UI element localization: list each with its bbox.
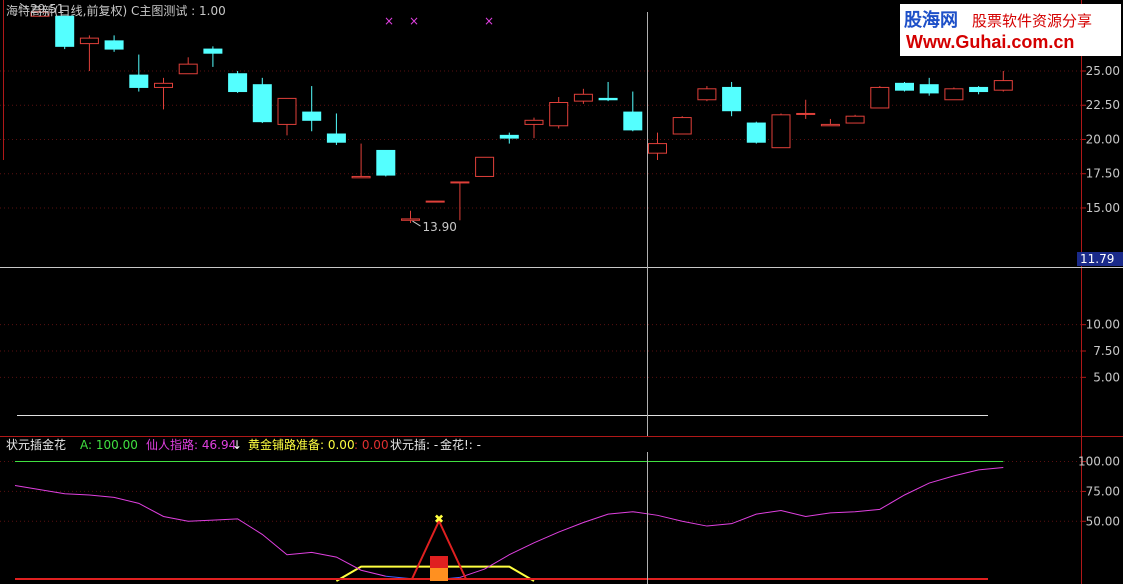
candle-body [302, 111, 322, 121]
watermark-logo: 股海网 股票软件资源分享 Www.Guhai.com.cn [900, 4, 1121, 56]
mid-y-tick-label: 7.50 [1093, 344, 1120, 358]
candle-body [672, 117, 692, 135]
candle-body [697, 88, 717, 101]
candle-body [820, 123, 840, 127]
watermark-slogan: 股票软件资源分享 [972, 12, 1093, 30]
candle-body [796, 112, 816, 115]
down-arrow-icon: ↓ [232, 438, 243, 452]
ind-y-tick-label: 100.00 [1078, 455, 1120, 469]
signal-orange-bar [430, 568, 448, 581]
candle-body [55, 15, 75, 47]
candle-body [401, 218, 420, 221]
indicator-xianren-value: 仙人指路: 46.94 [146, 438, 237, 452]
candle-body [623, 111, 643, 131]
candle-body [228, 73, 248, 93]
candle-body [969, 86, 989, 93]
main-y-tick-label: 25.00 [1086, 64, 1120, 78]
ind-y-tick-label: 50.00 [1086, 514, 1120, 528]
candle-body [870, 86, 890, 109]
candle-body [178, 63, 198, 75]
indicator-zhuangyuan-value: 状元插: - [390, 438, 439, 452]
indicator-huangjin-value: 黄金铺路准备: 0.00 [248, 438, 355, 452]
series-xianren-line [459, 467, 1004, 578]
candle-body [573, 93, 593, 102]
candle-body [79, 37, 99, 45]
candle-body [722, 86, 742, 112]
signal-mark: × [384, 14, 394, 28]
chart-canvas[interactable]: 25.0022.5020.0017.5015.0029.5113.90× × ×10… [0, 0, 1123, 584]
signal-mark: × [484, 14, 494, 28]
mid-y-tick-label: 10.00 [1086, 318, 1120, 332]
candle-body [450, 181, 470, 184]
candle-body [326, 133, 346, 143]
candle-body [376, 149, 396, 176]
candle-body [475, 156, 495, 177]
watermark-url: Www.Guhai.com.cn [906, 32, 1075, 52]
min-label-pointer [412, 220, 421, 227]
candle-body [845, 115, 865, 124]
stock-chart-window: 25.00 22.50 20.00 17.50 15.00 29.51 13.90 × × × 10… [0, 0, 1123, 584]
main-y-tick-label: 22.50 [1086, 98, 1120, 112]
candle-body [598, 97, 618, 101]
mid-y-tick-label: 5.00 [1093, 370, 1120, 384]
signal-star-icon: ✖ [434, 512, 444, 526]
indicator-a-value: A: 100.00 [80, 438, 138, 452]
main-y-tick-label: 15.00 [1086, 201, 1120, 215]
candle-body [648, 143, 667, 154]
candle-body [919, 84, 939, 94]
candle-body [993, 80, 1013, 91]
candle-body [895, 82, 914, 91]
candle-body [104, 40, 124, 50]
main-y-tick-label: 20.00 [1086, 132, 1120, 146]
main-chart-title: 海特高新(日线,前复权) C主图测试 : 1.00 [6, 4, 226, 18]
signal-mark: × [409, 14, 419, 28]
main-y-tick-label: 17.50 [1086, 167, 1120, 181]
min-price-label: 13.90 [423, 220, 457, 234]
candle-body [524, 119, 544, 125]
cursor-value-label: 11.79 [1080, 252, 1114, 266]
indicator-jinhua-value: 金花!: - [440, 438, 481, 452]
candle-body [549, 102, 569, 127]
candle-body [129, 74, 149, 88]
candle-body [425, 200, 445, 203]
candle-body [771, 114, 791, 149]
candle-body [203, 48, 223, 54]
watermark-brand: 股海网 [904, 10, 958, 31]
ind-y-tick-label: 75.00 [1086, 484, 1120, 498]
indicator-name: 状元插金花 [6, 438, 67, 452]
candle-body [252, 84, 272, 123]
series-xianren-line [14, 484, 386, 577]
candle-body [154, 82, 173, 88]
signal-red-bar [430, 556, 448, 568]
candle-body [277, 97, 297, 125]
candle-body [944, 88, 964, 101]
candle-body [499, 134, 519, 139]
candle-body [351, 175, 371, 179]
candle-body [746, 122, 766, 143]
indicator-red-value: : 0.00 [354, 438, 389, 452]
